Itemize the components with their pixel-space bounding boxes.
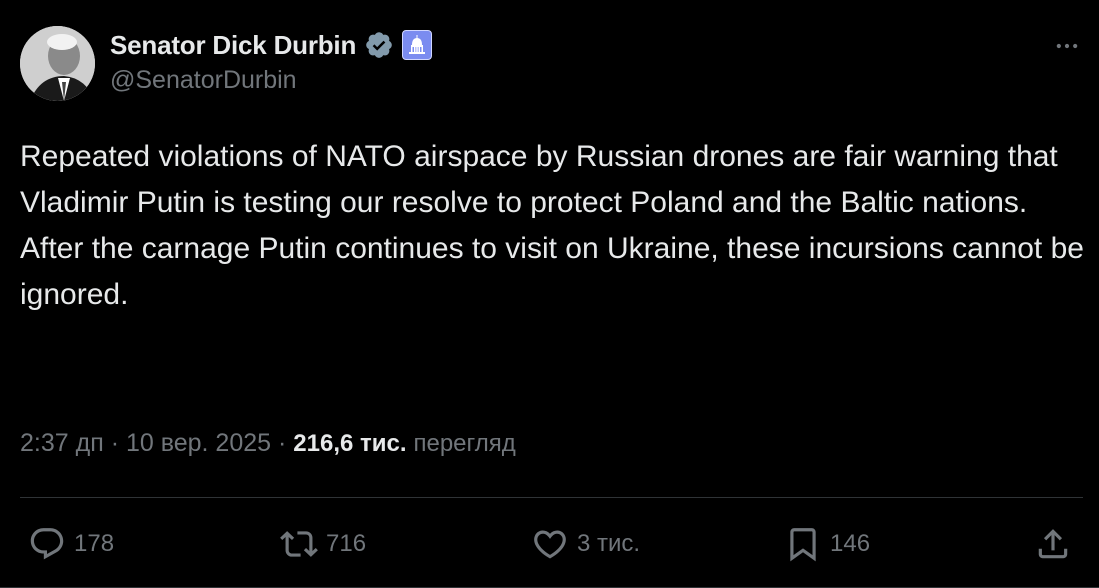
heart-icon	[534, 530, 566, 559]
avatar-photo	[20, 26, 95, 101]
more-options-icon[interactable]	[1053, 32, 1081, 60]
like-count: 3 тис.	[577, 530, 641, 557]
reply-count: 178	[74, 530, 115, 557]
avatar[interactable]	[20, 26, 95, 101]
verified-badge-icon[interactable]	[364, 30, 394, 60]
share-button[interactable]	[1034, 524, 1072, 564]
author-handle[interactable]: @SenatorDurbin	[110, 66, 297, 95]
author-name-row: Senator Dick Durbin	[110, 28, 433, 62]
meta-separator: ·	[278, 429, 287, 457]
share-icon	[1038, 529, 1068, 559]
bookmark-button[interactable]: 146	[784, 524, 870, 564]
capitol-building-icon[interactable]	[402, 30, 433, 60]
faded-overlay-artifact	[20, 322, 260, 352]
divider	[20, 497, 1083, 498]
bookmark-count: 146	[830, 530, 871, 557]
tweet-time[interactable]: 2:37 дп	[20, 429, 104, 457]
tweet-meta: 2:37 дп · 10 вер. 2025 · 216,6 тис. пере…	[20, 429, 516, 458]
tweet-text: Repeated violations of NATO airspace by …	[20, 140, 1084, 311]
faded-overlay-artifact	[20, 372, 60, 402]
repost-icon	[280, 531, 318, 557]
like-button[interactable]: 3 тис.	[531, 524, 640, 564]
repost-button[interactable]: 716	[280, 524, 366, 564]
reply-icon	[30, 528, 64, 560]
bookmark-icon	[790, 528, 816, 562]
meta-separator: ·	[110, 429, 120, 457]
author-display-name[interactable]: Senator Dick Durbin	[110, 30, 356, 61]
reply-button[interactable]: 178	[28, 524, 114, 564]
tweet-date[interactable]: 10 вер. 2025	[126, 429, 271, 457]
views-label: перегляд	[413, 430, 516, 457]
views-count[interactable]: 216,6 тис.	[293, 430, 406, 457]
repost-count: 716	[326, 530, 367, 557]
